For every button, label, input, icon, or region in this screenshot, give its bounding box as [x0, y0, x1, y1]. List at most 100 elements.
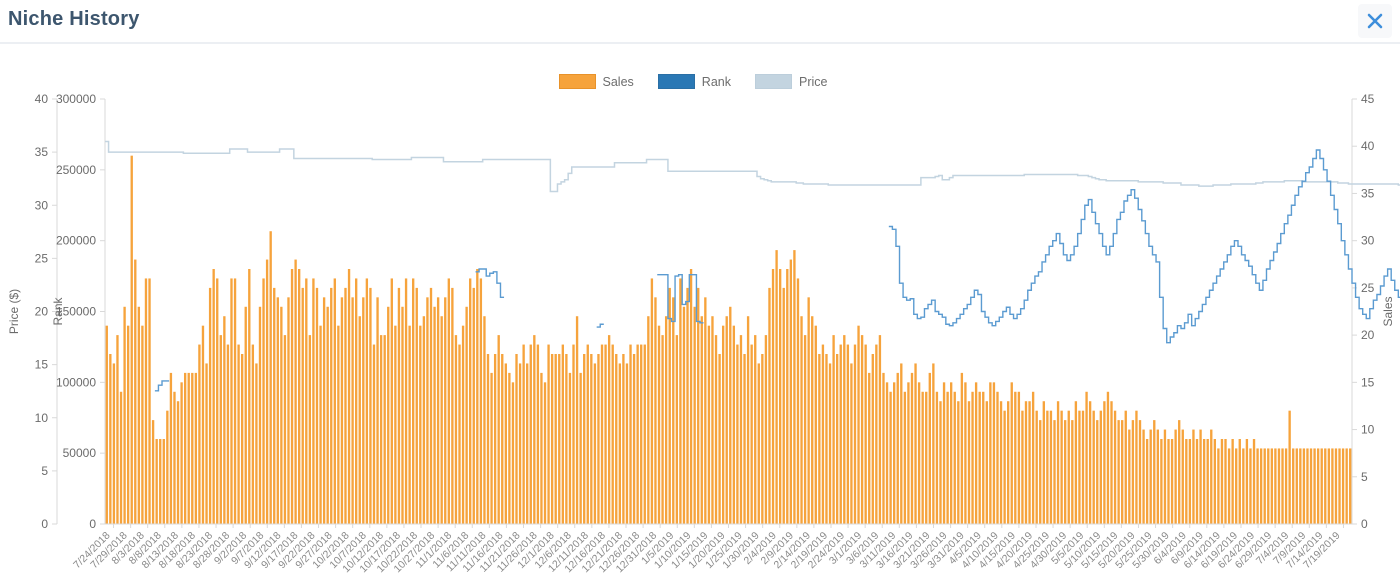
sales-bar — [903, 391, 907, 524]
sales-bar — [803, 335, 807, 524]
sales-bar — [226, 344, 230, 524]
sales-bar — [1199, 429, 1202, 524]
sales-bar — [183, 372, 187, 524]
sales-bar — [187, 372, 190, 524]
sales-bar — [330, 287, 333, 524]
sales-bar — [590, 354, 593, 524]
sales-bar — [793, 250, 796, 525]
sales-bar — [1288, 410, 1291, 524]
sales-bar — [194, 372, 198, 524]
sales-bar — [857, 325, 860, 524]
sales-bar — [860, 335, 864, 524]
sales-bar — [526, 363, 529, 524]
sales-bar — [664, 316, 668, 524]
sales-bar — [1313, 448, 1316, 524]
sales-bar — [451, 287, 454, 524]
sales-bar — [583, 354, 586, 524]
sales-bar — [761, 354, 764, 524]
sales-bar — [1217, 448, 1220, 524]
rank-tick-label: 200000 — [56, 234, 96, 248]
sales-bar — [436, 297, 440, 524]
sales-bar — [362, 297, 365, 524]
sales-bar — [629, 344, 632, 524]
sales-bar — [1103, 401, 1106, 524]
sales-bar — [771, 269, 775, 524]
sales-bar — [315, 287, 319, 524]
sales-bar — [166, 410, 169, 524]
sales-bar — [700, 316, 703, 524]
sales-bar — [493, 354, 497, 524]
sales-bar — [835, 354, 839, 524]
sales-bar — [148, 278, 151, 524]
sales-bar — [868, 372, 871, 524]
sales-bar — [1267, 448, 1270, 524]
sales-bar — [1338, 448, 1341, 524]
sales-bar — [971, 391, 974, 524]
sales-bar — [550, 354, 554, 524]
sales-bar — [768, 287, 771, 524]
sales-bar — [689, 269, 693, 524]
sales-bar — [123, 306, 126, 524]
sales-bars — [105, 155, 1352, 525]
sales-bar — [1039, 420, 1042, 524]
sales-bar — [632, 354, 636, 524]
rank-tick-label: 300000 — [56, 92, 96, 106]
sales-tick-label: 20 — [1361, 328, 1375, 342]
sales-bar — [611, 344, 614, 524]
sales-bar — [1028, 401, 1031, 524]
sales-bar — [875, 344, 878, 524]
sales-bar — [355, 278, 358, 524]
sales-bar — [265, 259, 269, 524]
sales-bar — [119, 391, 123, 524]
sales-bar — [1042, 401, 1045, 524]
dialog-header: Niche History — [0, 0, 1400, 44]
sales-bar — [1256, 448, 1259, 524]
sales-bar — [390, 278, 393, 524]
sales-bar — [654, 297, 657, 524]
sales-bar — [1121, 420, 1124, 524]
sales-bar — [518, 363, 522, 524]
sales-bar — [1252, 439, 1256, 524]
sales-bar — [746, 316, 750, 524]
price-tick-label: 20 — [35, 305, 49, 319]
sales-bar — [999, 401, 1003, 524]
sales-bar — [1316, 448, 1320, 524]
sales-bar — [1178, 420, 1181, 524]
sales-bar — [401, 306, 404, 524]
sales-bar — [1192, 429, 1195, 524]
sales-bar — [807, 297, 810, 524]
sales-bar — [319, 325, 322, 524]
sales-bar — [600, 344, 604, 524]
price-tick-label: 10 — [35, 411, 49, 425]
sales-bar — [896, 372, 899, 524]
sales-bar — [714, 335, 718, 524]
sales-bar — [982, 391, 985, 524]
sales-bar — [1170, 439, 1174, 524]
sales-bar — [928, 372, 931, 524]
sales-bar — [1078, 410, 1081, 524]
sales-bar — [711, 316, 714, 524]
sales-bar — [853, 344, 857, 524]
sales-bar — [729, 306, 732, 524]
price-line — [105, 140, 1400, 193]
sales-bar — [1071, 420, 1074, 524]
price-tick-label: 25 — [35, 251, 49, 265]
sales-bar — [953, 391, 956, 524]
sales-bar — [775, 250, 778, 525]
rank-tick-label: 0 — [89, 517, 96, 531]
sales-bar — [636, 344, 639, 524]
sales-bar — [754, 335, 757, 524]
sales-bar — [540, 372, 543, 524]
sales-bar — [1142, 429, 1145, 524]
sales-bar — [1117, 420, 1120, 524]
sales-bar — [205, 363, 208, 524]
sales-bar — [565, 354, 568, 524]
close-button[interactable] — [1358, 4, 1392, 38]
sales-bar — [964, 382, 967, 524]
sales-bar — [992, 382, 996, 524]
sales-bar — [479, 278, 483, 524]
sales-bar — [351, 297, 354, 524]
sales-bar — [893, 382, 896, 524]
sales-tick-label: 15 — [1361, 375, 1375, 389]
sales-bar — [1195, 439, 1199, 524]
